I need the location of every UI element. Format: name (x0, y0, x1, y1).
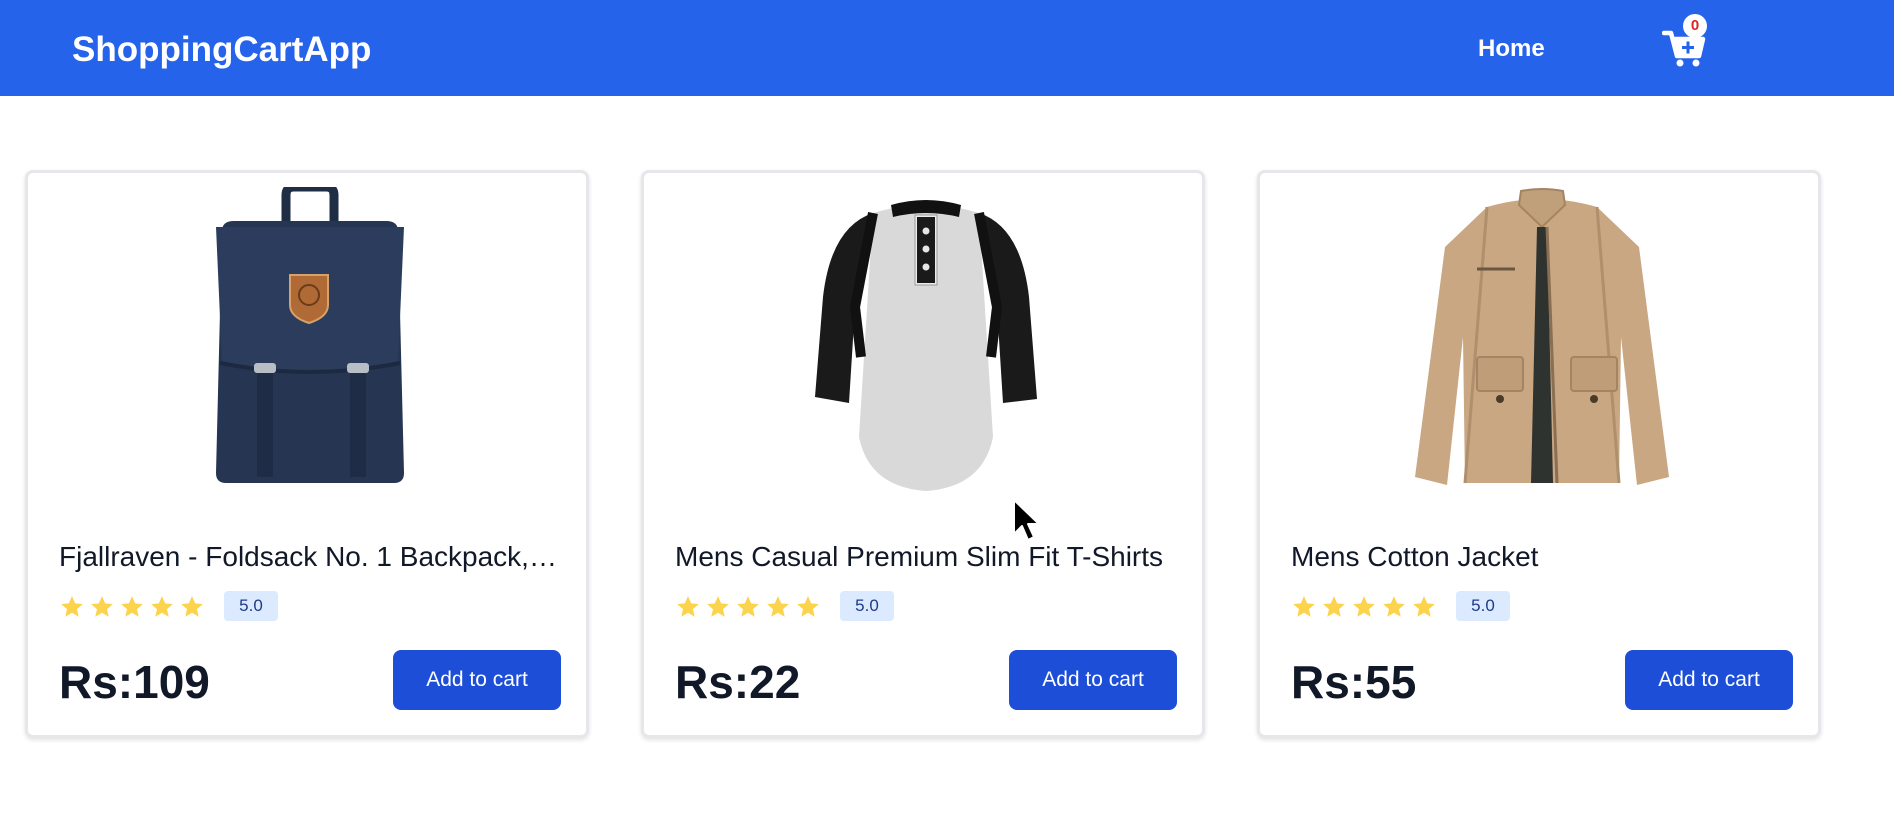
product-price: Rs:55 (1291, 656, 1417, 708)
product-image-jacket[interactable] (1260, 188, 1824, 485)
product-title[interactable]: Fjallraven - Foldsack No. 1 Backpack, Fi… (59, 539, 559, 575)
star-rating (1291, 591, 1437, 623)
mouse-cursor-icon (1013, 499, 1040, 541)
product-title[interactable]: Mens Casual Premium Slim Fit T-Shirts (675, 539, 1175, 575)
star-icon (1383, 596, 1405, 617)
jacket-image (1415, 188, 1669, 485)
star-icon (1323, 596, 1345, 617)
star-icon (91, 596, 113, 617)
rating-badge: 5.0 (224, 591, 278, 621)
star-icon (1413, 596, 1435, 617)
add-to-cart-button[interactable]: Add to cart (1009, 650, 1177, 710)
star-icon (151, 596, 173, 617)
rating-badge: 5.0 (840, 591, 894, 621)
star-icon (121, 596, 143, 617)
star-icon (707, 596, 729, 617)
star-icon (767, 596, 789, 617)
product-price: Rs:22 (675, 656, 801, 708)
star-icon (677, 596, 699, 617)
product-card: Mens Cotton Jacket 5.0 Rs:55 Add to cart (1257, 170, 1821, 738)
star-icon (1293, 596, 1315, 617)
product-image-tshirt[interactable] (644, 200, 1208, 491)
star-rating (59, 591, 205, 623)
star-rating (675, 591, 821, 623)
product-price: Rs:109 (59, 656, 210, 708)
star-icon (737, 596, 759, 617)
product-card: Mens Casual Premium Slim Fit T-Shirts 5.… (641, 170, 1205, 738)
nav-home-link[interactable]: Home (1478, 33, 1545, 65)
add-to-cart-button[interactable]: Add to cart (1625, 650, 1793, 710)
navbar: ShoppingCartApp Home 0 (0, 0, 1894, 96)
brand-logo-link[interactable]: ShoppingCartApp (72, 28, 371, 72)
product-image-backpack[interactable] (28, 187, 592, 483)
backpack-image (216, 187, 404, 483)
star-icon (181, 596, 203, 617)
star-icon (1353, 596, 1375, 617)
add-to-cart-button[interactable]: Add to cart (393, 650, 561, 710)
cart-count-badge: 0 (1683, 14, 1707, 38)
product-title[interactable]: Mens Cotton Jacket (1291, 539, 1791, 575)
star-icon (61, 596, 83, 617)
product-card: Fjallraven - Foldsack No. 1 Backpack, Fi… (25, 170, 589, 738)
star-icon (797, 596, 819, 617)
tshirt-image (815, 200, 1037, 491)
rating-badge: 5.0 (1456, 591, 1510, 621)
